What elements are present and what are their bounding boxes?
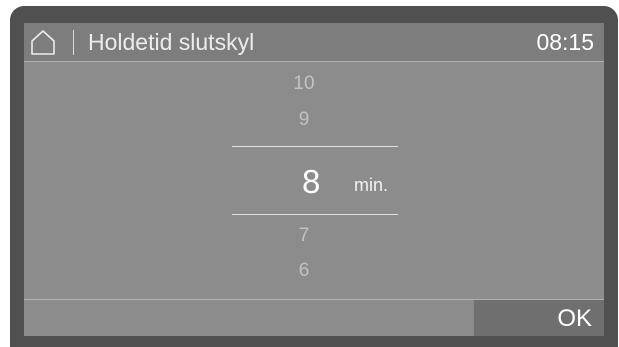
clock-time: 08:15 [536,29,594,55]
selection-line-bottom [232,214,398,215]
header-bar: Holdetid slutskyl 08:15 [24,23,604,62]
footer-bar: OK [24,299,604,336]
header-divider [73,30,74,55]
picker-option-6[interactable]: 6 [24,260,594,282]
ok-button[interactable]: OK [474,300,604,336]
time-picker[interactable]: 10 9 8 min. 7 6 [24,62,604,298]
selected-value[interactable]: 8 [302,164,320,200]
selected-unit: min. [354,175,389,195]
selection-line-top [232,146,398,147]
footer-empty-area [24,300,474,336]
picker-option-9[interactable]: 9 [24,109,594,131]
page-title: Holdetid slutskyl [88,29,255,55]
picker-option-10[interactable]: 10 [24,73,594,95]
picker-option-7[interactable]: 7 [24,225,594,247]
display-screen: Holdetid slutskyl 08:15 10 9 8 min. 7 6 … [24,23,604,336]
home-icon[interactable] [28,28,58,56]
